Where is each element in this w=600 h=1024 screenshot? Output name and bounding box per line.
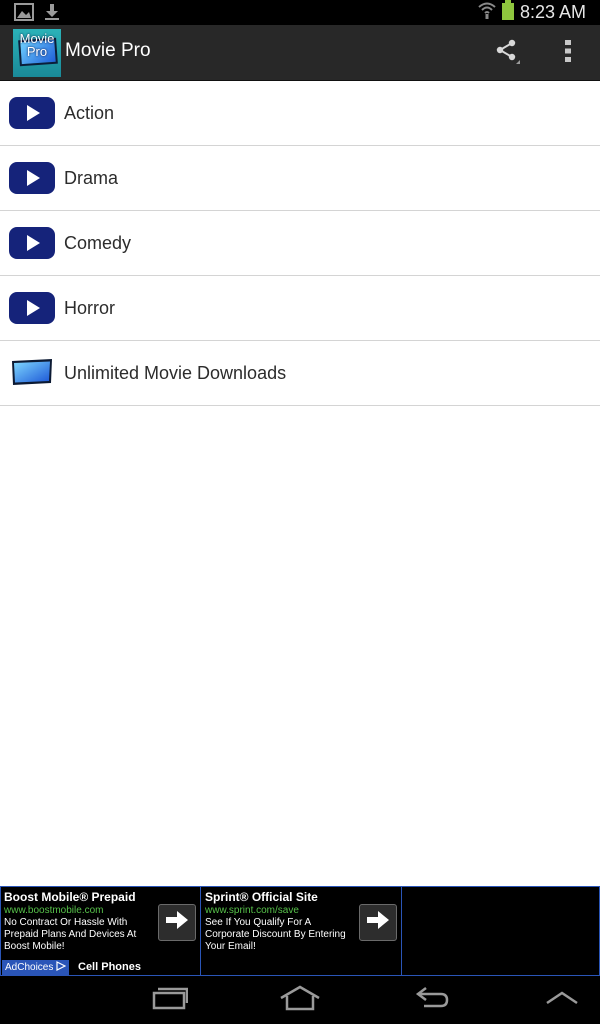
app-title: Movie Pro: [65, 40, 151, 61]
home-icon: [279, 985, 321, 1016]
action-bar: Movie Pro Movie Pro: [0, 25, 600, 81]
ad-banner[interactable]: Boost Mobile® Prepaid www.boostmobile.co…: [0, 886, 600, 976]
back-button[interactable]: [410, 984, 454, 1016]
adchoices-badge[interactable]: AdChoices: [2, 960, 70, 975]
ad-description: See If You Qualify For A Corporate Disco…: [205, 917, 346, 952]
list-item-drama[interactable]: Drama: [0, 146, 600, 211]
list-item-action[interactable]: Action: [0, 81, 600, 146]
clock: 8:23 AM: [519, 2, 586, 22]
play-icon: [9, 227, 55, 259]
list-item-label: Drama: [64, 168, 119, 188]
system-nav-bar: [0, 976, 600, 1024]
list-item-label: Unlimited Movie Downloads: [64, 363, 287, 383]
list-item-label: Comedy: [64, 233, 132, 253]
ad-description: No Contract Or Hassle With Prepaid Plans…: [4, 917, 137, 952]
play-icon: [9, 162, 55, 194]
share-button[interactable]: [487, 33, 527, 73]
app-screen: 8:23 AM Movie Pro Movie Pro Action Drama…: [0, 0, 600, 1024]
ad-url[interactable]: www.sprint.com/save: [205, 905, 299, 916]
ad-empty-slot: [403, 887, 599, 975]
arrow-right-icon: [366, 910, 390, 935]
recent-apps-icon: [152, 986, 189, 1015]
status-bar: 8:23 AM: [0, 0, 600, 25]
adchoices-label: AdChoices: [5, 962, 54, 973]
download-icon: [44, 3, 60, 26]
overflow-menu-button[interactable]: [548, 33, 588, 73]
ad-boost-mobile[interactable]: Boost Mobile® Prepaid www.boostmobile.co…: [1, 887, 201, 975]
ad-title[interactable]: Boost Mobile® Prepaid: [4, 890, 136, 904]
list-item-comedy[interactable]: Comedy: [0, 211, 600, 276]
app-logo-icon[interactable]: Movie Pro: [13, 29, 61, 77]
play-icon: [9, 292, 55, 324]
back-icon: [414, 985, 450, 1016]
ad-title[interactable]: Sprint® Official Site: [205, 890, 318, 904]
ad-url[interactable]: www.boostmobile.com: [4, 905, 103, 916]
play-icon: [9, 97, 55, 129]
tv-icon: [9, 357, 55, 389]
adchoices-icon: [56, 961, 67, 974]
ad-go-button[interactable]: [158, 904, 196, 941]
overflow-menu-icon: [564, 39, 572, 68]
list-item-unlimited-downloads[interactable]: Unlimited Movie Downloads: [0, 341, 600, 406]
ad-sprint[interactable]: Sprint® Official Site www.sprint.com/sav…: [202, 887, 402, 975]
menu-up-button[interactable]: [540, 984, 584, 1016]
ad-go-button[interactable]: [359, 904, 397, 941]
share-icon: [493, 37, 521, 70]
ad-category: Cell Phones: [78, 961, 141, 973]
list-item-label: Horror: [64, 298, 116, 318]
recent-apps-button[interactable]: [148, 984, 192, 1016]
list-item-label: Action: [64, 103, 115, 123]
wifi-icon: [478, 1, 496, 24]
gallery-icon: [14, 3, 34, 26]
home-button[interactable]: [278, 984, 322, 1016]
list-item-horror[interactable]: Horror: [0, 276, 600, 341]
arrow-right-icon: [165, 910, 189, 935]
chevron-up-icon: [545, 990, 579, 1011]
battery-icon: [501, 0, 515, 25]
genre-list: Action Drama Comedy Horror Unlimited Mov…: [0, 81, 600, 406]
app-logo-text-line2: Pro: [26, 44, 48, 59]
